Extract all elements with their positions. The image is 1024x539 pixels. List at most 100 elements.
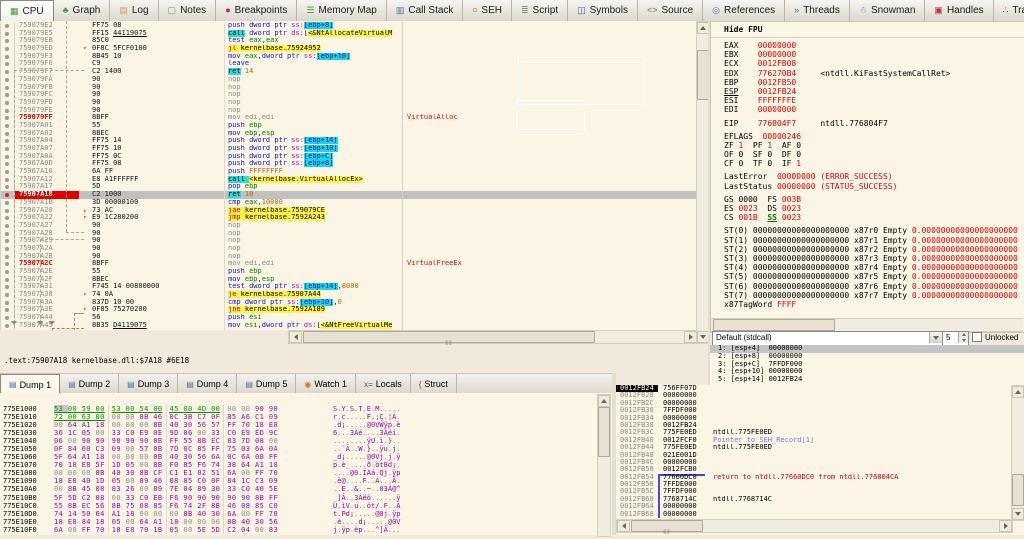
- register-line[interactable]: x87TagWord FFFF: [724, 300, 1024, 309]
- row-dot-icon[interactable]: [5, 301, 9, 305]
- row-dot-icon[interactable]: [5, 116, 9, 120]
- register-line[interactable]: CS 001B SS 0023: [724, 213, 1024, 222]
- row-dot-icon[interactable]: [5, 209, 9, 213]
- row-dot-icon[interactable]: [5, 147, 9, 151]
- stack-vscrollbar[interactable]: [1011, 385, 1024, 521]
- breakpoint-dot-cell[interactable]: [0, 276, 15, 284]
- disassembly-panel[interactable]: 759079E2FF75 08push dword ptr ss:[ebp+8]…: [0, 21, 696, 330]
- row-dot-icon[interactable]: [5, 70, 9, 74]
- row-dot-icon[interactable]: [5, 285, 9, 289]
- row-dot-icon[interactable]: [5, 178, 9, 182]
- dump-row[interactable]: 775E10605F 64 A1 1800 00 00 8B40 30 56 6…: [0, 453, 596, 461]
- breakpoint-dot-cell[interactable]: [0, 60, 15, 68]
- row-dot-icon[interactable]: [5, 132, 9, 136]
- disasm-hscrollbar[interactable]: ⦀⦀: [288, 330, 698, 344]
- disasm-row[interactable]: 759079FF8BFFmov edi,ediVirtualAlloc: [0, 114, 696, 122]
- tab-symbols[interactable]: ◫Symbols: [568, 0, 638, 21]
- breakpoint-dot-cell[interactable]: [0, 91, 15, 99]
- row-dot-icon[interactable]: [5, 24, 9, 28]
- breakpoint-dot-icon[interactable]: [5, 193, 9, 197]
- row-dot-icon[interactable]: [5, 316, 9, 320]
- register-line[interactable]: ST(4) 00000000000000000000 x87r4 Empty 0…: [724, 263, 1024, 272]
- tab-cpu[interactable]: ▦CPU: [0, 0, 54, 21]
- scroll-up-icon[interactable]: [1015, 390, 1021, 394]
- register-line[interactable]: EDX 776270B4 <ntdll.KiFastSystemCallRet>: [724, 69, 1024, 78]
- scrollbar-grip[interactable]: ⦀⦀: [445, 341, 452, 347]
- dump-row[interactable]: 775E10D074 14 50 64A1 18 00 0000 8B 40 3…: [0, 510, 596, 518]
- row-dot-icon[interactable]: [5, 124, 9, 128]
- dump-row[interactable]: 775E101072 00 63 0000 00 8B 460C 3B C7 0…: [0, 413, 596, 421]
- stack-hscrollbar[interactable]: ⦀⦀: [616, 519, 1013, 533]
- scrollbar-grip[interactable]: ⦀⦀: [663, 530, 670, 536]
- tab-seh[interactable]: ¤SEH: [463, 0, 512, 21]
- tab-dump-5[interactable]: ▤Dump 5: [237, 374, 296, 394]
- chevron-down-icon[interactable]: [929, 332, 942, 343]
- tab-graph[interactable]: ♣Graph: [54, 0, 111, 21]
- row-dot-icon[interactable]: [5, 278, 9, 282]
- row-dot-icon[interactable]: [5, 93, 9, 97]
- disasm-row[interactable]: 75907A2A90nop: [0, 245, 696, 253]
- dump-row[interactable]: 775E102000 64 A1 1800 00 00 8B40 30 56 5…: [0, 421, 596, 429]
- breakpoint-dot-cell[interactable]: [0, 53, 15, 61]
- row-dot-icon[interactable]: [5, 185, 9, 189]
- register-line[interactable]: ST(7) 00000000000000000000 x87r7 Empty 0…: [724, 291, 1024, 300]
- disasm-row[interactable]: 75907A12E8 A1FFFFFFcall <kernelbase.Virt…: [0, 176, 696, 184]
- arguments-panel[interactable]: 1: [esp+4] 000000002: [esp+8] 000000003:…: [710, 345, 1024, 385]
- breakpoint-dot-cell[interactable]: [0, 30, 15, 38]
- tab-watch-1[interactable]: ◉Watch 1: [296, 374, 356, 394]
- scroll-right-icon[interactable]: [689, 334, 693, 340]
- scroll-right-icon[interactable]: [1004, 523, 1008, 529]
- register-line[interactable]: ST(6) 00000000000000000000 x87r6 Empty 0…: [724, 282, 1024, 291]
- breakpoint-dot-cell[interactable]: [0, 153, 15, 161]
- breakpoint-dot-cell[interactable]: [0, 84, 15, 92]
- register-line[interactable]: EAX 00000000: [724, 41, 1024, 50]
- row-dot-icon[interactable]: [5, 262, 9, 266]
- scroll-left-icon[interactable]: [622, 523, 626, 529]
- register-line[interactable]: EBX 00000000: [724, 50, 1024, 59]
- breakpoint-dot-cell[interactable]: [0, 214, 15, 222]
- register-line[interactable]: LastStatus 00000000 (STATUS_SUCCESS): [724, 182, 1024, 191]
- unlocked-checkbox[interactable]: [972, 332, 982, 342]
- dump-row[interactable]: 775E104006 00 90 9090 90 90 8BFF 55 8B E…: [0, 437, 596, 445]
- tab-dump-1[interactable]: ▤Dump 1: [0, 374, 60, 394]
- register-line[interactable]: ZF 1 PF 1 AF 0: [724, 141, 1024, 150]
- row-dot-icon[interactable]: [5, 139, 9, 143]
- register-line[interactable]: ST(2) 00000000000000000000 x87r2 Empty 0…: [724, 245, 1024, 254]
- row-dot-icon[interactable]: [5, 86, 9, 90]
- breakpoint-dot-cell[interactable]: [0, 114, 15, 122]
- row-dot-icon[interactable]: [5, 109, 9, 113]
- row-dot-icon[interactable]: [5, 39, 9, 43]
- register-line[interactable]: ST(1) 00000000000000000000 x87r1 Empty 0…: [724, 236, 1024, 245]
- scroll-down-icon[interactable]: [700, 335, 706, 339]
- dump-row[interactable]: 775E10E018 E8 84 1805 00 64 A118 00 00 0…: [0, 518, 596, 526]
- breakpoint-dot-cell[interactable]: [0, 245, 15, 253]
- row-dot-icon[interactable]: [5, 78, 9, 82]
- tab-notes[interactable]: ▢Notes: [159, 0, 217, 21]
- dump-row[interactable]: 775E107070 18 E8 5F1D 05 00 8BF0 85 F6 7…: [0, 461, 596, 469]
- dump-row[interactable]: 775E10F06A 00 FF 7018 E8 70 1B05 00 5E 5…: [0, 526, 596, 534]
- breakpoint-dot-cell[interactable]: [0, 130, 15, 138]
- tab-dump-4[interactable]: ▤Dump 4: [178, 374, 237, 394]
- row-dot-icon[interactable]: [5, 247, 9, 251]
- row-dot-icon[interactable]: [5, 239, 9, 243]
- dump-row[interactable]: 775E100053 00 59 0053 00 54 0045 00 4D 0…: [0, 405, 596, 413]
- row-dot-icon[interactable]: [5, 162, 9, 166]
- scroll-left-icon[interactable]: [294, 334, 298, 340]
- tab-dump-3[interactable]: ▤Dump 3: [119, 374, 178, 394]
- tab-snowman[interactable]: ☃Snowman: [850, 0, 926, 21]
- register-line[interactable]: EDI 00000000: [724, 105, 1024, 114]
- register-line[interactable]: EFLAGS 00000246: [724, 132, 1024, 141]
- tab-references[interactable]: ◎References: [703, 0, 785, 21]
- row-dot-icon[interactable]: [5, 216, 9, 220]
- row-dot-icon[interactable]: [5, 155, 9, 159]
- scroll-up-icon[interactable]: [700, 26, 706, 30]
- tab-log[interactable]: ▤Log: [110, 0, 158, 21]
- dump-row[interactable]: 775E108000 00 00 8B40 30 8B CFC1 E1 02 5…: [0, 469, 596, 477]
- breakpoint-dot-cell[interactable]: [0, 183, 15, 191]
- dump-row[interactable]: 775E10B05F 5D C2 0800 33 C0 EBF6 90 90 9…: [0, 494, 596, 502]
- breakpoint-dot-cell[interactable]: [0, 107, 15, 115]
- breakpoint-dot-cell[interactable]: [0, 68, 15, 76]
- disasm-row[interactable]: 75907A2790nop: [0, 222, 696, 230]
- breakpoint-dot-cell[interactable]: [0, 199, 15, 207]
- breakpoint-dot-cell[interactable]: [0, 230, 15, 238]
